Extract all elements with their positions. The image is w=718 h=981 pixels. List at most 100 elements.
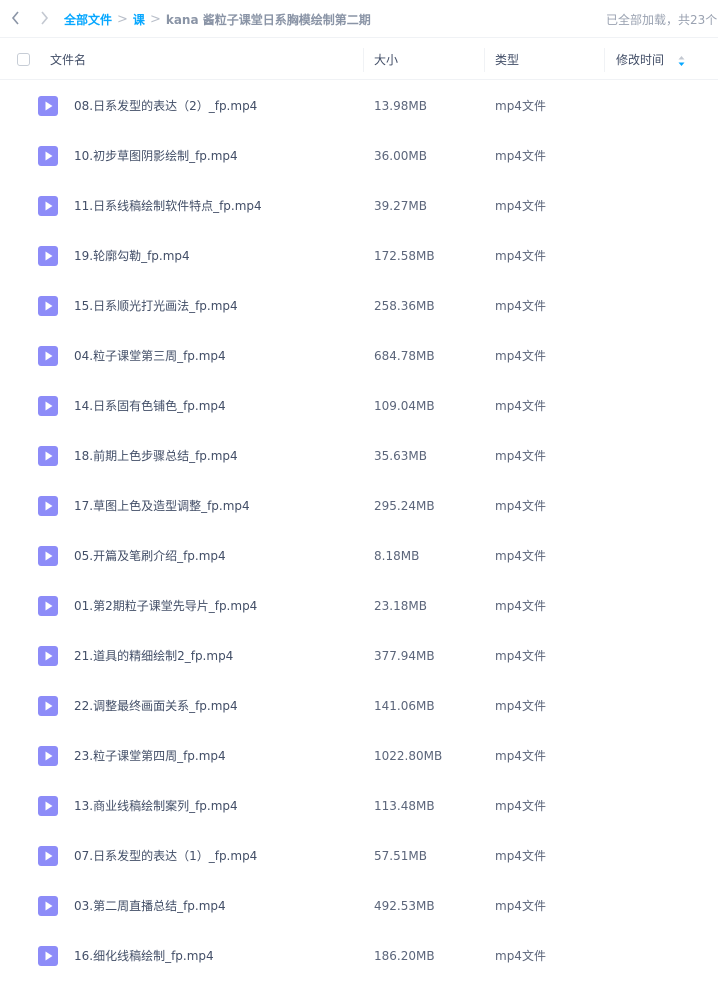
file-row[interactable]: 08.日系发型的表达（2）_fp.mp4 13.98MB mp4文件	[0, 81, 718, 131]
file-row[interactable]: 04.粒子课堂第三周_fp.mp4 684.78MB mp4文件	[0, 331, 718, 381]
file-name[interactable]: 18.前期上色步骤总结_fp.mp4	[74, 431, 238, 481]
file-size: 113.48MB	[374, 799, 435, 813]
sort-arrow-icon[interactable]	[678, 55, 685, 66]
video-file-icon	[38, 296, 58, 316]
file-size: 295.24MB	[374, 499, 435, 513]
file-row[interactable]: 03.第二周直播总结_fp.mp4 492.53MB mp4文件	[0, 881, 718, 931]
file-name[interactable]: 04.粒子课堂第三周_fp.mp4	[74, 331, 226, 381]
file-row[interactable]: 07.日系发型的表达（1）_fp.mp4 57.51MB mp4文件	[0, 831, 718, 881]
video-file-icon	[38, 496, 58, 516]
file-row[interactable]: 05.开篇及笔刷介绍_fp.mp4 8.18MB mp4文件	[0, 531, 718, 581]
file-type: mp4文件	[495, 299, 546, 313]
forward-button[interactable]	[34, 8, 54, 28]
file-type: mp4文件	[495, 799, 546, 813]
file-size: 35.63MB	[374, 449, 427, 463]
file-row[interactable]: 22.调整最终画面关系_fp.mp4 141.06MB mp4文件	[0, 681, 718, 731]
file-row[interactable]: 17.草图上色及造型调整_fp.mp4 295.24MB mp4文件	[0, 481, 718, 531]
video-file-icon	[38, 346, 58, 366]
column-header-modified-label: 修改时间	[616, 53, 665, 67]
file-row[interactable]: 21.道具的精细绘制2_fp.mp4 377.94MB mp4文件	[0, 631, 718, 681]
file-row[interactable]: 16.细化线稿绘制_fp.mp4 186.20MB mp4文件	[0, 931, 718, 981]
file-row[interactable]: 23.粒子课堂第四周_fp.mp4 1022.80MB mp4文件	[0, 731, 718, 781]
video-file-icon	[38, 746, 58, 766]
file-row[interactable]: 01.第2期粒子课堂先导片_fp.mp4 23.18MB mp4文件	[0, 581, 718, 631]
file-size: 258.36MB	[374, 299, 435, 313]
column-header-size[interactable]: 大小	[374, 40, 398, 80]
file-type: mp4文件	[495, 949, 546, 963]
video-file-icon	[38, 96, 58, 116]
video-file-icon	[38, 796, 58, 816]
file-size: 172.58MB	[374, 249, 435, 263]
file-type: mp4文件	[495, 599, 546, 613]
breadcrumb-separator: >	[149, 11, 161, 27]
file-row[interactable]: 13.商业线稿绘制案列_fp.mp4 113.48MB mp4文件	[0, 781, 718, 831]
file-size: 1022.80MB	[374, 749, 443, 763]
file-name[interactable]: 11.日系线稿绘制软件特点_fp.mp4	[74, 181, 262, 231]
file-type: mp4文件	[495, 249, 546, 263]
breadcrumb-separator: >	[117, 11, 128, 27]
file-name[interactable]: 01.第2期粒子课堂先导片_fp.mp4	[74, 581, 257, 631]
file-name[interactable]: 22.调整最终画面关系_fp.mp4	[74, 681, 238, 731]
file-type: mp4文件	[495, 699, 546, 713]
file-name[interactable]: 10.初步草图阴影绘制_fp.mp4	[74, 131, 238, 181]
file-size: 13.98MB	[374, 99, 427, 113]
file-row[interactable]: 15.日系顺光打光画法_fp.mp4 258.36MB mp4文件	[0, 281, 718, 331]
top-bar: 全部文件 > 课 > kana 酱粒子课堂日系胸模绘制第二期 已全部加载，共23…	[0, 0, 718, 38]
file-type: mp4文件	[495, 449, 546, 463]
file-type: mp4文件	[495, 899, 546, 913]
file-size: 39.27MB	[374, 199, 427, 213]
column-header-name[interactable]: 文件名	[50, 40, 86, 80]
video-file-icon	[38, 146, 58, 166]
column-header-modified[interactable]: 修改时间	[616, 40, 685, 80]
video-file-icon	[38, 846, 58, 866]
file-list-header: 文件名 大小 类型 修改时间	[0, 40, 718, 80]
file-name[interactable]: 17.草图上色及造型调整_fp.mp4	[74, 481, 250, 531]
select-all-checkbox[interactable]	[17, 53, 30, 66]
file-name[interactable]: 14.日系固有色铺色_fp.mp4	[74, 381, 226, 431]
file-name[interactable]: 21.道具的精细绘制2_fp.mp4	[74, 631, 233, 681]
video-file-icon	[38, 446, 58, 466]
file-name[interactable]: 03.第二周直播总结_fp.mp4	[74, 881, 226, 931]
file-name[interactable]: 08.日系发型的表达（2）_fp.mp4	[74, 81, 257, 131]
breadcrumb-all-files[interactable]: 全部文件	[64, 11, 112, 28]
file-size: 186.20MB	[374, 949, 435, 963]
file-name[interactable]: 13.商业线稿绘制案列_fp.mp4	[74, 781, 238, 831]
column-divider	[363, 48, 364, 72]
video-file-icon	[38, 396, 58, 416]
file-type: mp4文件	[495, 749, 546, 763]
file-size: 109.04MB	[374, 399, 435, 413]
video-file-icon	[38, 896, 58, 916]
file-name[interactable]: 07.日系发型的表达（1）_fp.mp4	[74, 831, 257, 881]
file-type: mp4文件	[495, 499, 546, 513]
file-row[interactable]: 10.初步草图阴影绘制_fp.mp4 36.00MB mp4文件	[0, 131, 718, 181]
file-row[interactable]: 14.日系固有色铺色_fp.mp4 109.04MB mp4文件	[0, 381, 718, 431]
file-row[interactable]: 18.前期上色步骤总结_fp.mp4 35.63MB mp4文件	[0, 431, 718, 481]
video-file-icon	[38, 546, 58, 566]
video-file-icon	[38, 696, 58, 716]
file-size: 57.51MB	[374, 849, 427, 863]
file-type: mp4文件	[495, 149, 546, 163]
file-row[interactable]: 19.轮廓勾勒_fp.mp4 172.58MB mp4文件	[0, 231, 718, 281]
file-name[interactable]: 15.日系顺光打光画法_fp.mp4	[74, 281, 238, 331]
file-size: 141.06MB	[374, 699, 435, 713]
file-row[interactable]: 11.日系线稿绘制软件特点_fp.mp4 39.27MB mp4文件	[0, 181, 718, 231]
file-size: 23.18MB	[374, 599, 427, 613]
file-size: 36.00MB	[374, 149, 427, 163]
file-type: mp4文件	[495, 199, 546, 213]
breadcrumb-folder[interactable]: 课	[133, 11, 145, 28]
file-name[interactable]: 19.轮廓勾勒_fp.mp4	[74, 231, 190, 281]
video-file-icon	[38, 946, 58, 966]
back-button[interactable]	[6, 8, 26, 28]
file-name[interactable]: 05.开篇及笔刷介绍_fp.mp4	[74, 531, 226, 581]
file-name[interactable]: 23.粒子课堂第四周_fp.mp4	[74, 731, 226, 781]
video-file-icon	[38, 246, 58, 266]
file-type: mp4文件	[495, 549, 546, 563]
file-size: 684.78MB	[374, 349, 435, 363]
breadcrumb-current: kana 酱粒子课堂日系胸模绘制第二期	[165, 12, 371, 27]
column-header-type[interactable]: 类型	[495, 40, 519, 80]
chevron-left-icon	[11, 11, 19, 25]
file-size: 8.18MB	[374, 549, 420, 563]
file-size: 377.94MB	[374, 649, 435, 663]
video-file-icon	[38, 596, 58, 616]
file-name[interactable]: 16.细化线稿绘制_fp.mp4	[74, 931, 214, 981]
